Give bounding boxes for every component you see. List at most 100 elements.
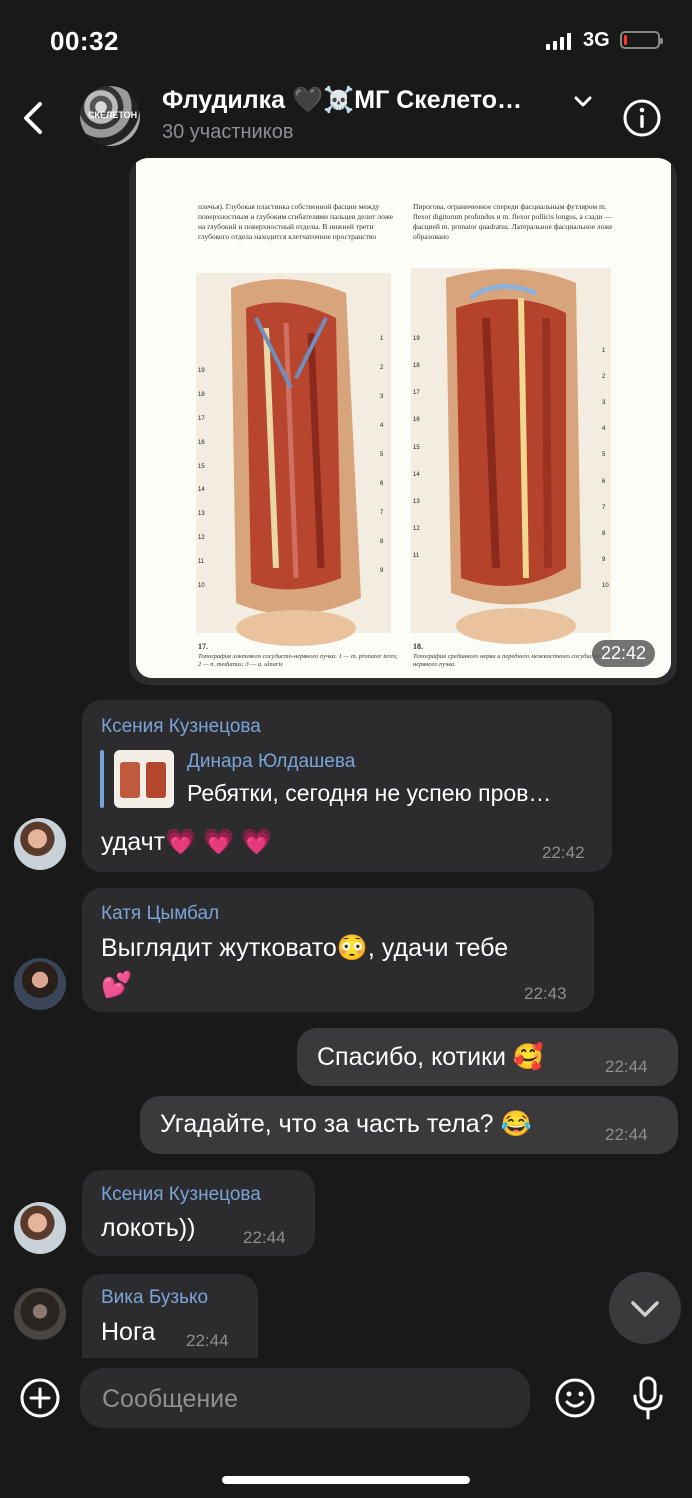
message-text: удачт💗 💗 💗: [101, 828, 273, 856]
reply-text: Ребятки, сегодня не успею пров…: [187, 780, 552, 806]
scroll-to-bottom-button[interactable]: [609, 1272, 681, 1344]
figure-left-number: 17.: [198, 642, 208, 651]
figure-label: 7: [602, 504, 606, 511]
figure-label: 16: [413, 417, 420, 424]
anatomy-page-image[interactable]: плечья). Глубокая пластинка собственной …: [136, 158, 671, 678]
figure-right-caption: Топография срединного нерва и переднего …: [413, 653, 603, 668]
message-time: 22:43: [524, 984, 567, 1003]
message-time: 22:44: [243, 1228, 286, 1247]
figure-label: 13: [198, 511, 205, 518]
message-text: Нога: [101, 1318, 156, 1346]
figure-label: 19: [413, 336, 420, 342]
reply-thumbnail: [114, 750, 174, 808]
message-bubble[interactable]: Ксения Кузнецова Динара Юлдашева Ребятки…: [82, 700, 612, 872]
battery-icon: [620, 31, 663, 49]
title-dropdown-button[interactable]: [571, 92, 595, 112]
figure-label: 11: [198, 559, 205, 566]
figure-label: 6: [380, 481, 384, 487]
back-icon: [24, 102, 42, 134]
voice-message-button[interactable]: [628, 1374, 668, 1422]
attach-button[interactable]: [18, 1376, 62, 1420]
figure-label: 18: [413, 363, 420, 370]
figure-label: 17: [413, 390, 420, 397]
avatar[interactable]: [14, 1202, 66, 1254]
avatar[interactable]: [14, 958, 66, 1010]
avatar[interactable]: [14, 818, 66, 870]
group-avatar[interactable]: СКЕЛЕТОН: [80, 86, 140, 146]
figure-label: 11: [413, 553, 420, 559]
back-button[interactable]: [16, 98, 56, 138]
figure-label: 5: [602, 452, 606, 459]
figure-label: 4: [602, 426, 606, 433]
reply-author: Динара Юлдашева: [187, 751, 356, 772]
image-timestamp: 22:42: [592, 640, 656, 667]
message-text: Выглядит жутковато😳, удачи тебе: [101, 934, 509, 962]
figure-label: 9: [602, 556, 606, 563]
message-text-line2: 💕: [101, 971, 133, 999]
figure-label: 13: [413, 498, 420, 505]
figure-left-caption: Топография локтевого сосудисто-нервного …: [198, 653, 398, 668]
page-text-left: плечья). Глубокая пластинка собственной …: [198, 202, 394, 241]
avatar-mark: СКЕЛЕТОН: [88, 110, 138, 120]
info-icon: [623, 99, 661, 137]
microphone-icon: [633, 1376, 663, 1420]
message-time: 22:44: [605, 1125, 648, 1144]
figure-label: 12: [413, 525, 420, 532]
figure-label: 10: [602, 583, 609, 589]
chevron-down-icon: [574, 96, 592, 107]
avatar[interactable]: [14, 1288, 66, 1340]
figure-label: 4: [380, 423, 384, 429]
sender-name[interactable]: Катя Цымбал: [101, 903, 219, 925]
message-text: локоть)): [101, 1214, 196, 1242]
figure-right-number: 18.: [413, 642, 423, 651]
figure-label: 17: [198, 415, 205, 422]
figure-label: 6: [602, 478, 606, 485]
sender-name[interactable]: Вика Бузько: [101, 1287, 208, 1309]
outgoing-message-bubble[interactable]: Спасибо, котики 🥰 22:44: [297, 1028, 678, 1086]
info-button[interactable]: [622, 98, 662, 138]
network-type: 3G: [583, 29, 610, 51]
figure-label: 14: [413, 471, 420, 478]
emoji-icon: [555, 1378, 595, 1418]
figure-label: 2: [602, 374, 606, 381]
figure-label: 3: [602, 400, 606, 407]
figure-label: 16: [198, 439, 205, 446]
figure-label: 1: [602, 348, 606, 354]
message-bubble[interactable]: Вика Бузько Нога 22:44: [82, 1274, 258, 1358]
cellular-signal-icon: [546, 32, 571, 50]
status-time: 00:32: [50, 26, 119, 56]
figure-label: 9: [380, 568, 384, 574]
figure-label: 18: [198, 391, 205, 398]
message-time: 22:42: [542, 843, 585, 862]
home-indicator: [222, 1476, 470, 1484]
figure-label: 15: [413, 444, 420, 451]
figure-label: 12: [198, 535, 205, 542]
message-text: Угадайте, что за часть тела? 😂: [160, 1110, 532, 1138]
figure-label: 14: [198, 487, 205, 494]
sender-name[interactable]: Ксения Кузнецова: [101, 1184, 261, 1206]
figure-label: 2: [380, 365, 384, 371]
figure-label: 8: [602, 530, 606, 537]
figure-label: 10: [198, 583, 205, 589]
figure-label: 3: [380, 394, 384, 400]
figure-label: 7: [380, 510, 384, 516]
message-bubble[interactable]: Ксения Кузнецова локоть)) 22:44: [82, 1170, 315, 1256]
figure-label: 8: [380, 539, 384, 545]
image-message[interactable]: плечья). Глубокая пластинка собственной …: [129, 158, 677, 685]
message-input-placeholder: Сообщение: [102, 1385, 239, 1413]
message-time: 22:44: [605, 1057, 648, 1076]
page-text-right: Пирогова, ограниченное спереди фасциальн…: [413, 202, 613, 241]
chat-title[interactable]: Флудилка 🖤☠️МГ Скелето…: [162, 86, 522, 115]
message-bubble[interactable]: Катя Цымбал Выглядит жутковато😳, удачи т…: [82, 888, 594, 1012]
chevron-down-icon: [631, 1301, 659, 1317]
member-count: 30 участников: [162, 121, 294, 143]
message-text: Спасибо, котики 🥰: [317, 1043, 545, 1071]
emoji-button[interactable]: [553, 1376, 597, 1420]
message-time: 22:44: [186, 1331, 229, 1350]
figure-label: 19: [198, 368, 205, 374]
sender-name[interactable]: Ксения Кузнецова: [101, 716, 261, 738]
figure-label: 1: [380, 336, 384, 342]
outgoing-message-bubble[interactable]: Угадайте, что за часть тела? 😂 22:44: [140, 1096, 678, 1154]
figure-label: 5: [380, 452, 384, 458]
figure-label: 15: [198, 463, 205, 470]
